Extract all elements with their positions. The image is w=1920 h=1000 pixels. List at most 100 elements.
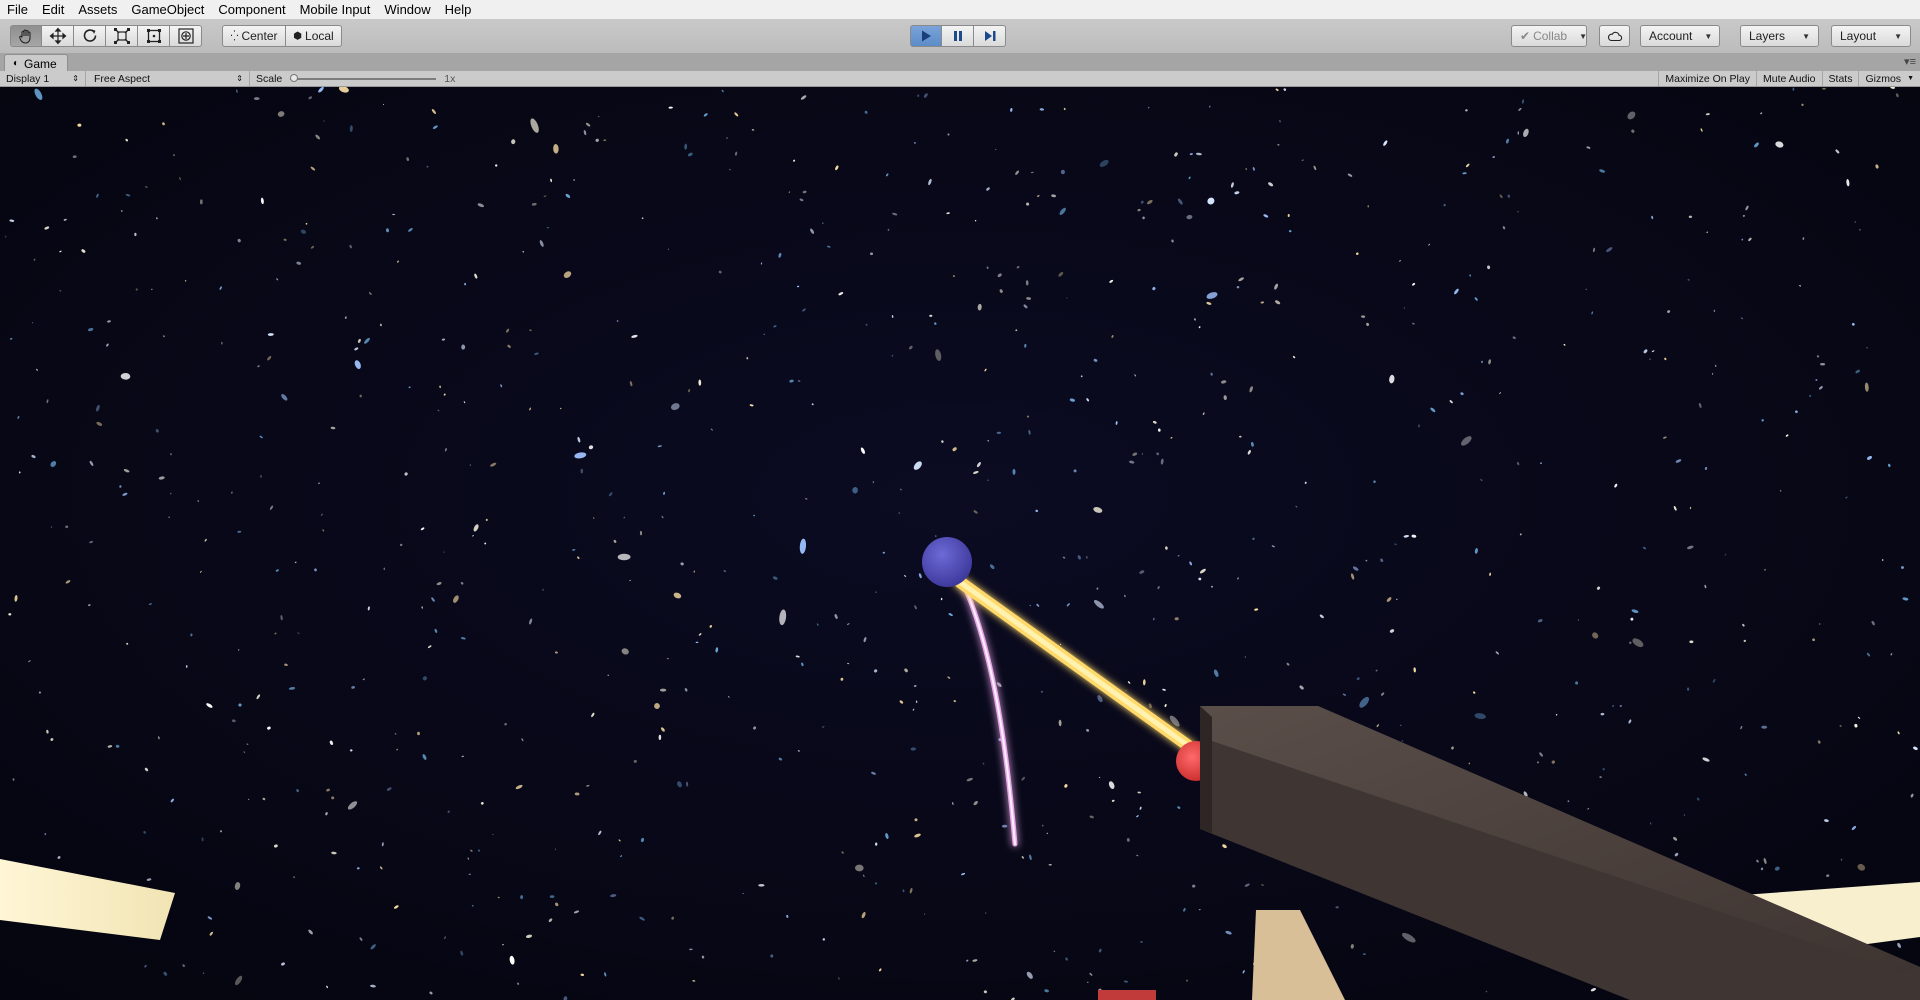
- pivot-local-button[interactable]: ⬢ Local: [286, 25, 342, 47]
- play-button[interactable]: [910, 25, 942, 47]
- move-tool-icon: [49, 27, 66, 45]
- layout-dropdown[interactable]: Layout ▼: [1831, 25, 1911, 47]
- game-viewport[interactable]: [0, 87, 1920, 1000]
- menu-component[interactable]: Component: [211, 0, 292, 19]
- pivot-local-label: Local: [305, 29, 334, 43]
- layout-label: Layout: [1840, 29, 1877, 43]
- star: [199, 199, 203, 205]
- check-icon: ✔: [1520, 29, 1531, 43]
- maximize-on-play-toggle[interactable]: Maximize On Play: [1658, 71, 1756, 86]
- scale-slider-thumb[interactable]: [290, 73, 299, 82]
- game-tab-bar: ◐ Game ▾≡: [0, 53, 1920, 72]
- star: [1819, 622, 1821, 626]
- layers-group: Layers ▼: [1740, 25, 1819, 47]
- mute-audio-toggle[interactable]: Mute Audio: [1755, 71, 1822, 86]
- cloud-group: [1599, 25, 1630, 47]
- menu-window[interactable]: Window: [377, 0, 437, 19]
- chevron-down-icon: ▼: [1894, 31, 1902, 41]
- chevron-down-icon: ▼: [1704, 31, 1713, 41]
- cloud-button[interactable]: [1599, 25, 1630, 47]
- transform-tool-icon: [177, 28, 194, 44]
- scale-value: 1x: [444, 72, 456, 85]
- game-view-controls: Display 1 ⇕ Free Aspect ⇕ Scale 1x Maxim…: [0, 71, 1920, 87]
- star: [1761, 725, 1768, 729]
- move-tool-button[interactable]: [42, 25, 74, 47]
- game-view-toggles: Maximize On Play Mute Audio Stats Gizmos…: [1658, 71, 1920, 86]
- scale-tool-button[interactable]: [106, 25, 138, 47]
- menu-help[interactable]: Help: [438, 0, 479, 19]
- pause-button[interactable]: [942, 25, 974, 47]
- gizmos-dropdown[interactable]: Gizmos ▼: [1858, 71, 1920, 86]
- tab-game[interactable]: ◐ Game: [4, 54, 68, 72]
- maximize-on-play-label: Maximize On Play: [1665, 72, 1750, 85]
- red-marker: [1098, 990, 1156, 1000]
- account-group: Account ▼: [1640, 25, 1720, 47]
- collab-group: ✔ Collab ▼: [1511, 25, 1587, 47]
- chevron-down-icon: ▼: [1802, 31, 1810, 41]
- star: [875, 842, 878, 846]
- stats-label: Stats: [1828, 72, 1853, 85]
- hand-tool-button[interactable]: [10, 25, 42, 47]
- layout-group: Layout ▼: [1831, 25, 1911, 47]
- cloud-icon: [1607, 31, 1622, 41]
- scale-slider[interactable]: [290, 73, 437, 82]
- rotate-tool-button[interactable]: [74, 25, 106, 47]
- collab-label: Collab: [1533, 29, 1568, 43]
- scale-control: Scale 1x: [250, 71, 461, 86]
- mute-audio-label: Mute Audio: [1762, 72, 1816, 85]
- step-icon: [984, 31, 995, 41]
- menu-mobile-input[interactable]: Mobile Input: [293, 0, 378, 19]
- star: [399, 543, 403, 547]
- stats-toggle[interactable]: Stats: [1821, 71, 1859, 86]
- blue-sphere: [922, 537, 972, 587]
- star: [1362, 953, 1367, 955]
- menu-assets[interactable]: Assets: [71, 0, 124, 19]
- star: [1537, 761, 1539, 764]
- scale-label: Scale: [256, 72, 283, 85]
- gizmos-label: Gizmos: [1865, 72, 1902, 85]
- play-icon: [922, 30, 931, 42]
- game-tab-label: Game: [24, 56, 57, 71]
- pause-icon: [953, 31, 962, 41]
- menu-bar: File Edit Assets GameObject Component Mo…: [0, 0, 1920, 19]
- star: [659, 688, 667, 692]
- pivot-center-button[interactable]: ⁛ Center: [222, 25, 286, 47]
- star: [220, 830, 222, 833]
- layers-label: Layers: [1749, 29, 1786, 43]
- transform-tools: [10, 25, 202, 47]
- hand-tool-icon: [19, 29, 31, 44]
- account-dropdown[interactable]: Account ▼: [1640, 25, 1720, 47]
- aspect-label: Free Aspect: [94, 72, 151, 85]
- display-dropdown[interactable]: Display 1 ⇕: [0, 71, 86, 86]
- star: [898, 512, 901, 514]
- gun-muzzle-face: [1200, 706, 1212, 833]
- menu-edit[interactable]: Edit: [35, 0, 71, 19]
- updown-icon: ⇕: [236, 74, 243, 83]
- menu-file[interactable]: File: [0, 0, 35, 19]
- star: [492, 834, 494, 836]
- scale-tool-icon: [113, 28, 130, 44]
- step-button[interactable]: [974, 25, 1006, 47]
- pivot-icon: ⁛: [230, 30, 239, 42]
- playback-controls: [910, 25, 1006, 47]
- local-space-icon: ⬢: [293, 30, 303, 42]
- tab-options-icon[interactable]: ▾≡: [1904, 55, 1916, 68]
- account-label: Account: [1649, 29, 1693, 43]
- transform-tool-button[interactable]: [170, 25, 202, 47]
- updown-icon: ⇕: [72, 74, 79, 83]
- star: [758, 884, 765, 887]
- pivot-toggles: ⁛ Center ⬢ Local: [222, 25, 342, 47]
- collab-dropdown[interactable]: ✔ Collab ▼: [1511, 25, 1587, 47]
- pivot-center-label: Center: [241, 29, 278, 43]
- layers-dropdown[interactable]: Layers ▼: [1740, 25, 1819, 47]
- chevron-down-icon: ▼: [1907, 75, 1914, 82]
- rect-tool-button[interactable]: [138, 25, 170, 47]
- rotate-tool-icon: [83, 29, 96, 42]
- aspect-dropdown[interactable]: Free Aspect ⇕: [86, 71, 250, 86]
- menu-gameobject[interactable]: GameObject: [124, 0, 211, 19]
- display-label: Display 1: [6, 72, 50, 85]
- rect-tool-icon: [146, 29, 161, 43]
- chevron-down-icon: ▼: [1579, 31, 1588, 41]
- game-scene: [0, 87, 1920, 1000]
- main-toolbar: ⁛ Center ⬢ Local ✔ Collab ▼ Account ▼ La…: [0, 19, 1920, 54]
